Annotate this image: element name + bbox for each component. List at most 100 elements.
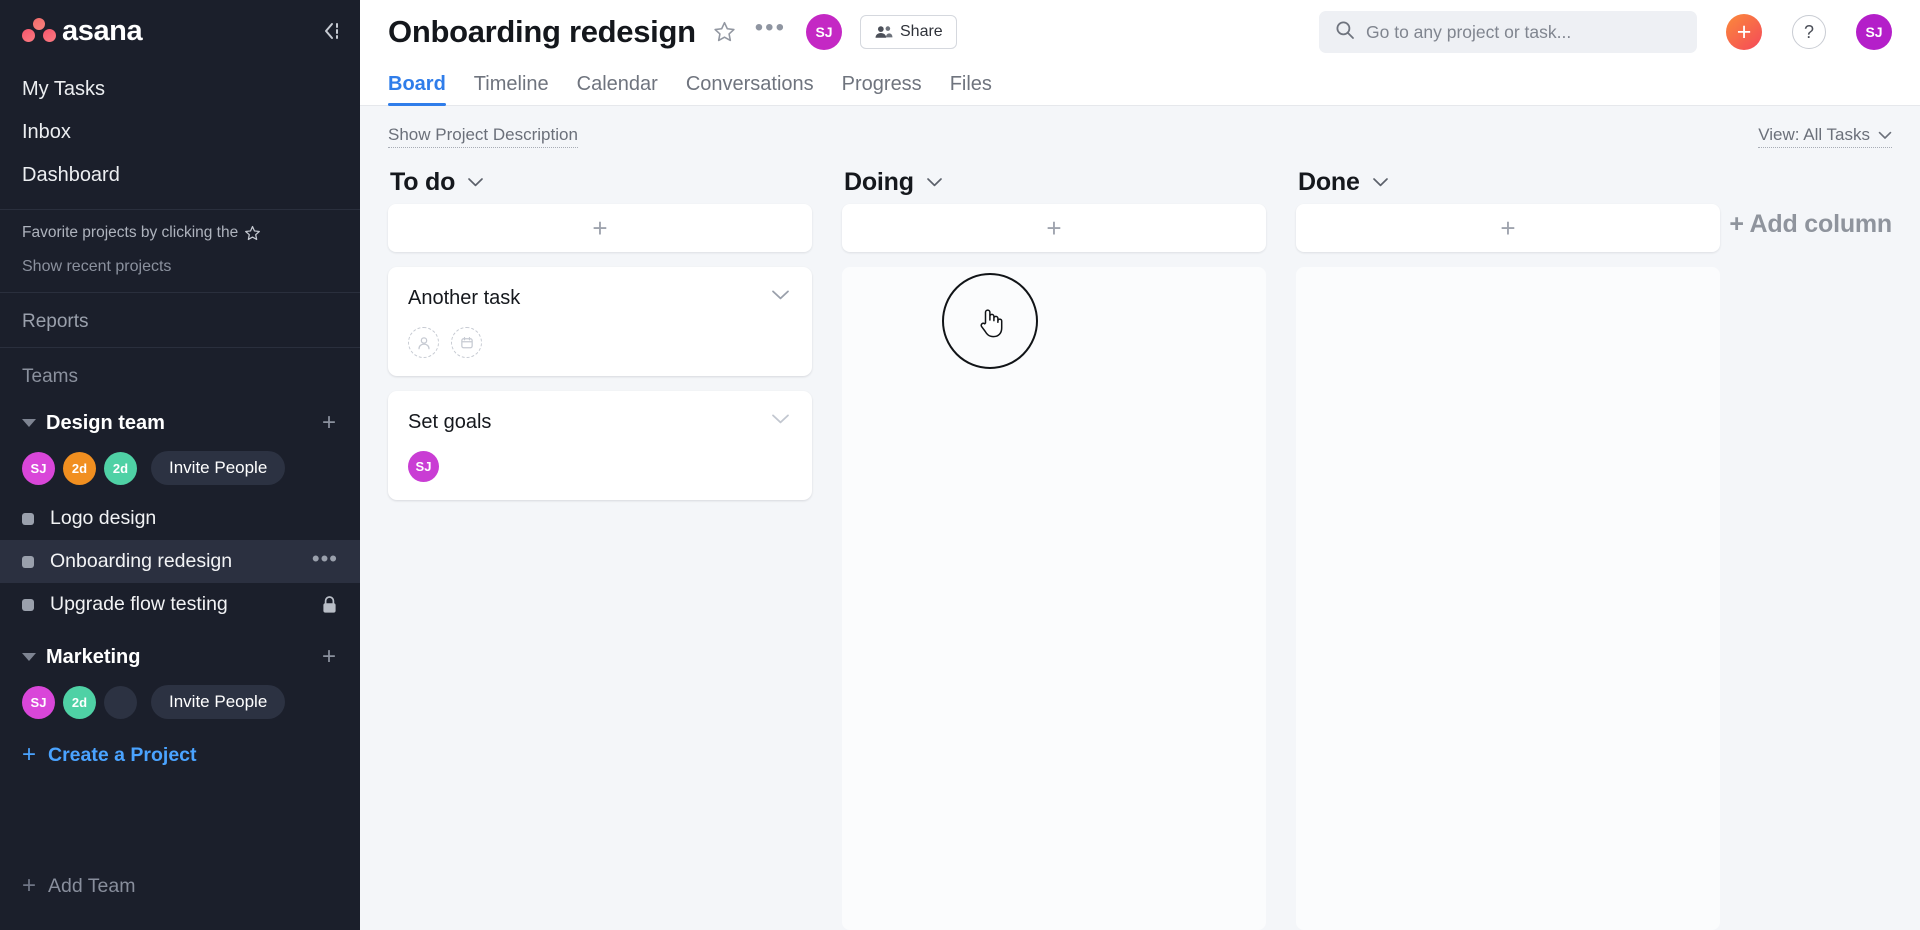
star-icon — [244, 225, 261, 242]
column-drop-zone[interactable] — [1296, 267, 1720, 930]
column-title: To do — [390, 167, 456, 196]
team-header-marketing[interactable]: Marketing + — [0, 636, 360, 678]
tab-conversations[interactable]: Conversations — [672, 73, 828, 105]
sidebar-item-my-tasks[interactable]: My Tasks — [0, 68, 360, 111]
chevron-down-icon[interactable] — [467, 177, 484, 188]
tab-progress[interactable]: Progress — [828, 73, 936, 105]
avatar[interactable]: 2d — [63, 451, 96, 485]
sidebar-section-reports[interactable]: Reports — [0, 293, 360, 347]
column-header: To do — [388, 160, 812, 204]
caret-down-icon[interactable] — [22, 653, 36, 661]
task-meta: SJ — [408, 451, 792, 482]
sidebar: asana My Tasks Inbox Dashboard Favorite … — [0, 0, 360, 930]
sidebar-project-logo-design[interactable]: Logo design — [0, 497, 360, 540]
invite-people-button[interactable]: Invite People — [151, 451, 286, 485]
create-project-button[interactable]: + Create a Project — [0, 731, 360, 779]
chevron-down-icon[interactable] — [1372, 177, 1389, 188]
teams-label: Teams — [22, 366, 78, 387]
task-meta — [408, 327, 792, 358]
avatar[interactable]: 2d — [63, 685, 96, 719]
column-header: Done — [1296, 160, 1720, 204]
help-button[interactable]: ? — [1792, 15, 1826, 49]
project-name-label: Logo design — [50, 507, 157, 529]
board-column-done: Done + — [1296, 160, 1720, 930]
plus-icon: + — [22, 872, 37, 899]
add-project-icon[interactable]: + — [322, 411, 338, 435]
tab-files[interactable]: Files — [936, 73, 1006, 105]
avatar[interactable]: SJ — [22, 451, 55, 485]
view-filter-label: View: All Tasks — [1758, 124, 1870, 144]
profile-avatar[interactable]: SJ — [1856, 14, 1892, 50]
chevron-down-icon — [1878, 125, 1892, 145]
add-team-button[interactable]: + Add Team — [0, 862, 360, 910]
board-column-doing: Doing + — [842, 160, 1266, 930]
app-root: asana My Tasks Inbox Dashboard Favorite … — [0, 0, 1920, 930]
show-recent-projects-link[interactable]: Show recent projects — [0, 250, 360, 292]
team-members-marketing: SJ 2d Invite People — [0, 678, 360, 731]
asana-wordmark: asana — [62, 14, 143, 47]
add-task-button[interactable]: + — [388, 204, 812, 252]
sidebar-project-onboarding-redesign[interactable]: Onboarding redesign ••• — [0, 540, 360, 583]
column-title: Doing — [844, 167, 914, 196]
sidebar-section-teams-header: Teams — [0, 348, 360, 402]
add-column-button[interactable]: + Add column — [1729, 210, 1892, 239]
team-header-design-team[interactable]: Design team + — [0, 402, 360, 444]
ellipsis-icon[interactable]: ••• — [312, 547, 338, 571]
avatar[interactable]: SJ — [806, 14, 842, 50]
reports-label: Reports — [22, 311, 89, 332]
add-project-icon[interactable]: + — [322, 645, 338, 669]
share-button[interactable]: Share — [860, 15, 957, 49]
project-dot-icon — [22, 598, 34, 611]
tab-board[interactable]: Board — [388, 73, 460, 106]
chevron-down-icon[interactable] — [926, 177, 943, 188]
search-input[interactable]: Go to any project or task... — [1319, 11, 1697, 53]
board-area: Show Project Description View: All Tasks… — [360, 106, 1920, 930]
chevron-down-icon[interactable] — [771, 413, 790, 425]
calendar-outline-icon[interactable] — [451, 327, 482, 358]
sidebar-primary-nav: My Tasks Inbox Dashboard — [0, 62, 360, 209]
chevron-down-icon[interactable] — [771, 289, 790, 301]
favorite-star-icon[interactable] — [712, 20, 737, 45]
sidebar-project-upgrade-flow-testing[interactable]: Upgrade flow testing — [0, 583, 360, 626]
search-placeholder: Go to any project or task... — [1366, 21, 1572, 42]
view-filter-dropdown[interactable]: View: All Tasks — [1758, 125, 1892, 148]
avatar[interactable]: 2d — [104, 451, 137, 485]
invite-people-button[interactable]: Invite People — [151, 685, 286, 719]
team-members-design-team: SJ 2d 2d Invite People — [0, 444, 360, 497]
sidebar-logo-row: asana — [0, 0, 360, 62]
top-bar-actions: Go to any project or task... + ? SJ — [1319, 11, 1892, 53]
top-bar: Onboarding redesign ••• SJ Share Go to a… — [360, 0, 1920, 64]
create-button[interactable]: + — [1726, 14, 1762, 50]
tab-timeline[interactable]: Timeline — [460, 73, 563, 105]
search-icon — [1335, 20, 1355, 45]
avatar[interactable]: SJ — [22, 685, 55, 719]
column-title: Done — [1298, 167, 1360, 196]
avatar-empty[interactable] — [104, 685, 137, 719]
sidebar-item-label: My Tasks — [22, 78, 105, 100]
show-recent-projects-label: Show recent projects — [22, 258, 172, 275]
team-name-label: Marketing — [46, 645, 141, 668]
add-task-button[interactable]: + — [1296, 204, 1720, 252]
show-project-description-link[interactable]: Show Project Description — [388, 125, 578, 148]
person-outline-icon[interactable] — [408, 327, 439, 358]
lock-icon — [321, 595, 338, 615]
share-label: Share — [900, 23, 943, 40]
avatar[interactable]: SJ — [408, 451, 439, 482]
column-drop-zone[interactable] — [842, 267, 1266, 930]
sidebar-item-inbox[interactable]: Inbox — [0, 111, 360, 154]
people-icon — [875, 26, 893, 38]
project-menu-icon[interactable]: ••• — [755, 16, 786, 42]
task-card[interactable]: Set goals SJ — [388, 391, 812, 500]
add-team-label: Add Team — [48, 874, 136, 897]
asana-logo-icon — [22, 18, 56, 44]
column-header: Doing — [842, 160, 1266, 204]
tab-calendar[interactable]: Calendar — [563, 73, 672, 105]
board-columns: To do + Another task Set goals SJ Doing … — [388, 152, 1892, 930]
task-title: Another task — [408, 287, 521, 309]
favorites-hint: Favorite projects by clicking the — [0, 210, 360, 250]
sidebar-item-dashboard[interactable]: Dashboard — [0, 154, 360, 197]
task-card[interactable]: Another task — [388, 267, 812, 376]
add-task-button[interactable]: + — [842, 204, 1266, 252]
collapse-sidebar-icon[interactable] — [322, 19, 342, 43]
caret-down-icon[interactable] — [22, 419, 36, 427]
